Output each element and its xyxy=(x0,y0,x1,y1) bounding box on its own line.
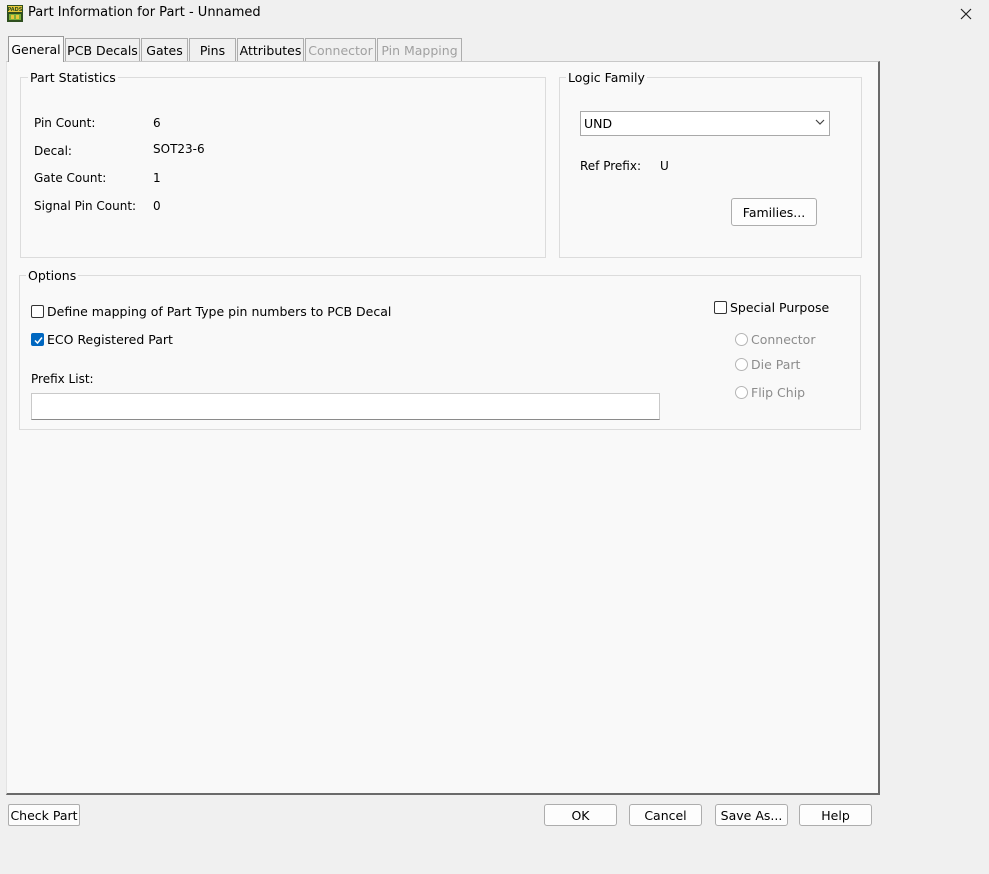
tab-pin-mapping: Pin Mapping xyxy=(377,38,462,61)
close-button[interactable] xyxy=(943,0,989,28)
tab-pins[interactable]: Pins xyxy=(189,38,236,61)
checkmark-icon xyxy=(34,337,43,345)
pads-logic-icon: PADS xyxy=(7,5,23,22)
special-purpose-checkbox[interactable] xyxy=(714,301,727,314)
connector-radio xyxy=(735,333,748,346)
ref-prefix-label: Ref Prefix: xyxy=(580,159,642,173)
prefix-list-input[interactable] xyxy=(31,393,660,420)
eco-registered-label: ECO Registered Part xyxy=(47,332,173,347)
options-group: Options Define mapping of Part Type pin … xyxy=(19,268,861,430)
tab-attributes[interactable]: Attributes xyxy=(237,38,304,61)
die-part-radio-label: Die Part xyxy=(751,357,801,372)
signal-pin-count-label: Signal Pin Count: xyxy=(34,199,137,213)
tab-pcb-decals[interactable]: PCB Decals xyxy=(65,38,140,61)
title-bar: PADS Part Information for Part - Unnamed xyxy=(0,0,989,28)
logic-family-group: Logic Family UND Ref Prefix: U Families.… xyxy=(559,70,862,258)
logic-family-selected: UND xyxy=(584,116,613,131)
save-as-button[interactable]: Save As... xyxy=(715,804,788,826)
special-purpose-label: Special Purpose xyxy=(730,300,830,315)
window-title: Part Information for Part - Unnamed xyxy=(28,5,261,20)
flip-chip-radio xyxy=(735,386,748,399)
flip-chip-radio-label: Flip Chip xyxy=(751,385,806,400)
logic-family-select[interactable]: UND xyxy=(580,111,830,136)
app-icon-text: PADS xyxy=(8,7,23,13)
connector-radio-label: Connector xyxy=(751,332,816,347)
chevron-down-icon xyxy=(815,119,825,125)
logic-family-title: Logic Family xyxy=(566,70,647,85)
check-part-button[interactable]: Check Part xyxy=(8,804,80,826)
gate-count-label: Gate Count: xyxy=(34,171,107,185)
define-mapping-label: Define mapping of Part Type pin numbers … xyxy=(47,304,392,319)
decal-value: SOT23-6 xyxy=(153,142,205,156)
ref-prefix-value: U xyxy=(660,159,669,173)
part-statistics-group: Part Statistics Pin Count: 6 Decal: SOT2… xyxy=(20,70,546,258)
decal-label: Decal: xyxy=(34,144,72,158)
options-title: Options xyxy=(26,268,79,283)
families-button[interactable]: Families... xyxy=(731,198,817,226)
tab-connector: Connector xyxy=(305,38,376,61)
ok-button[interactable]: OK xyxy=(544,804,617,826)
die-part-radio xyxy=(735,358,748,371)
gate-count-value: 1 xyxy=(153,171,161,185)
signal-pin-count-value: 0 xyxy=(153,199,161,213)
prefix-list-label: Prefix List: xyxy=(31,372,94,386)
help-button[interactable]: Help xyxy=(799,804,872,826)
part-statistics-title: Part Statistics xyxy=(28,70,118,85)
pin-count-label: Pin Count: xyxy=(34,116,96,130)
close-icon xyxy=(960,8,972,20)
cancel-button[interactable]: Cancel xyxy=(629,804,702,826)
define-mapping-checkbox[interactable] xyxy=(31,305,44,318)
general-tab-panel: Part Statistics Pin Count: 6 Decal: SOT2… xyxy=(6,61,880,795)
pin-count-value: 6 xyxy=(153,116,161,130)
eco-registered-checkbox[interactable] xyxy=(31,333,44,346)
tab-gates[interactable]: Gates xyxy=(141,38,188,61)
tab-general[interactable]: General xyxy=(8,36,64,62)
